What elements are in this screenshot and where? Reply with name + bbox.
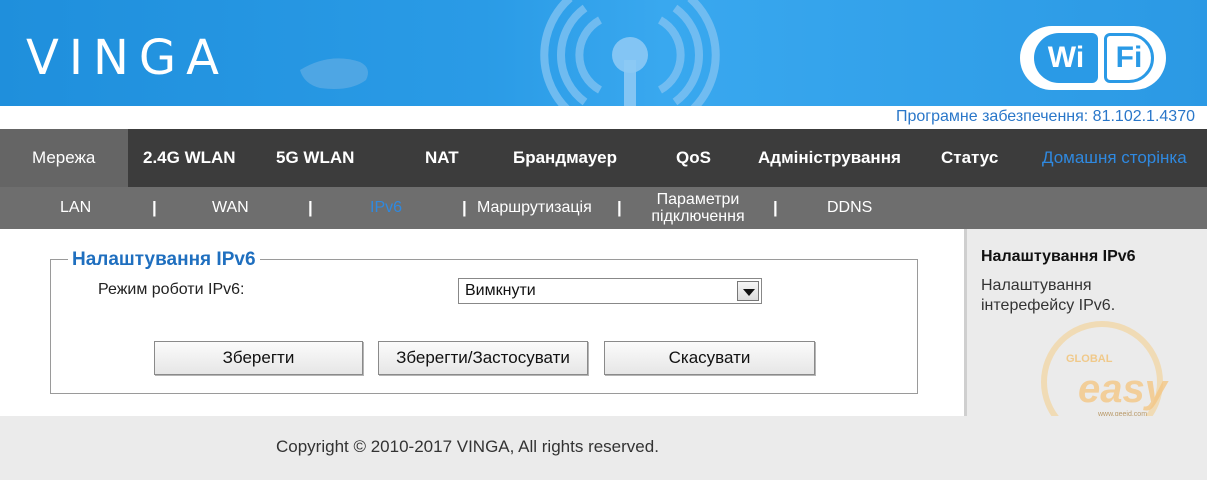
nav-administration[interactable]: Адміністрування: [758, 129, 901, 187]
subnav-wan[interactable]: WAN: [212, 187, 249, 229]
subnav-separator: |: [152, 198, 157, 217]
nav-qos[interactable]: QoS: [676, 129, 711, 187]
chevron-down-icon[interactable]: [737, 281, 759, 301]
help-title: Налаштування IPv6: [981, 248, 1136, 265]
nav-status[interactable]: Статус: [941, 129, 998, 187]
subnav-separator: |: [308, 198, 313, 217]
subnav-connection-params-line2: підключення: [651, 208, 745, 225]
footer: Copyright © 2010-2017 VINGA, All rights …: [0, 416, 1207, 480]
nav-nat[interactable]: NAT: [425, 129, 459, 187]
subnav-separator: |: [773, 198, 778, 217]
nav-network[interactable]: Мережа: [0, 129, 128, 187]
wifi-logo: Wi Fi: [1020, 26, 1166, 90]
wifi-logo-wi: Wi: [1034, 33, 1098, 83]
subnav-ipv6[interactable]: IPv6: [370, 187, 402, 229]
watermark-top-text: GLOBAL: [1066, 353, 1113, 365]
main-nav: Мережа 2.4G WLAN 5G WLAN NAT Брандмауер …: [0, 129, 1207, 187]
nav-firewall[interactable]: Брандмауер: [513, 129, 617, 187]
sub-nav: LAN | WAN | IPv6 | Маршрутизація | Парам…: [0, 187, 1207, 229]
firmware-version: Програмне забезпечення: 81.102.1.4370: [895, 108, 1195, 125]
copyright-text: Copyright © 2010-2017 VINGA, All rights …: [276, 437, 659, 456]
ipv6-mode-label: Режим роботи IPv6:: [98, 281, 245, 298]
nav-5g-wlan[interactable]: 5G WLAN: [276, 129, 354, 187]
subnav-connection-params[interactable]: Параметри підключення: [645, 191, 751, 233]
watermark-logo: GLOBAL easy www.geeid.com: [1041, 321, 1169, 420]
nav-home-page[interactable]: Домашня сторінка: [1042, 129, 1187, 187]
subnav-ddns[interactable]: DDNS: [827, 187, 872, 229]
main-content: Налаштування IPv6 Режим роботи IPv6: Вим…: [0, 229, 964, 416]
ipv6-mode-value: Вимкнути: [465, 282, 536, 299]
wifi-logo-fi: Fi: [1104, 33, 1154, 83]
ipv6-settings-legend: Налаштування IPv6: [68, 249, 260, 271]
vinga-logo: VINGA: [26, 30, 229, 86]
subnav-routing[interactable]: Маршрутизація: [477, 187, 592, 229]
help-description: Налаштування інтерефейсу IPv6.: [981, 277, 1116, 314]
header-banner: VINGA Wi Fi: [0, 0, 1207, 106]
nav-24g-wlan[interactable]: 2.4G WLAN: [143, 129, 236, 187]
subnav-separator: |: [617, 198, 622, 217]
subnav-connection-params-line1: Параметри: [656, 191, 740, 208]
cancel-button[interactable]: Скасувати: [604, 341, 815, 375]
subnav-separator: |: [462, 198, 467, 217]
subnav-lan[interactable]: LAN: [60, 187, 91, 229]
save-button[interactable]: Зберегти: [154, 341, 363, 375]
save-apply-button[interactable]: Зберегти/Застосувати: [378, 341, 588, 375]
ipv6-mode-select[interactable]: Вимкнути: [458, 278, 762, 304]
watermark-brand: easy: [1078, 367, 1169, 411]
